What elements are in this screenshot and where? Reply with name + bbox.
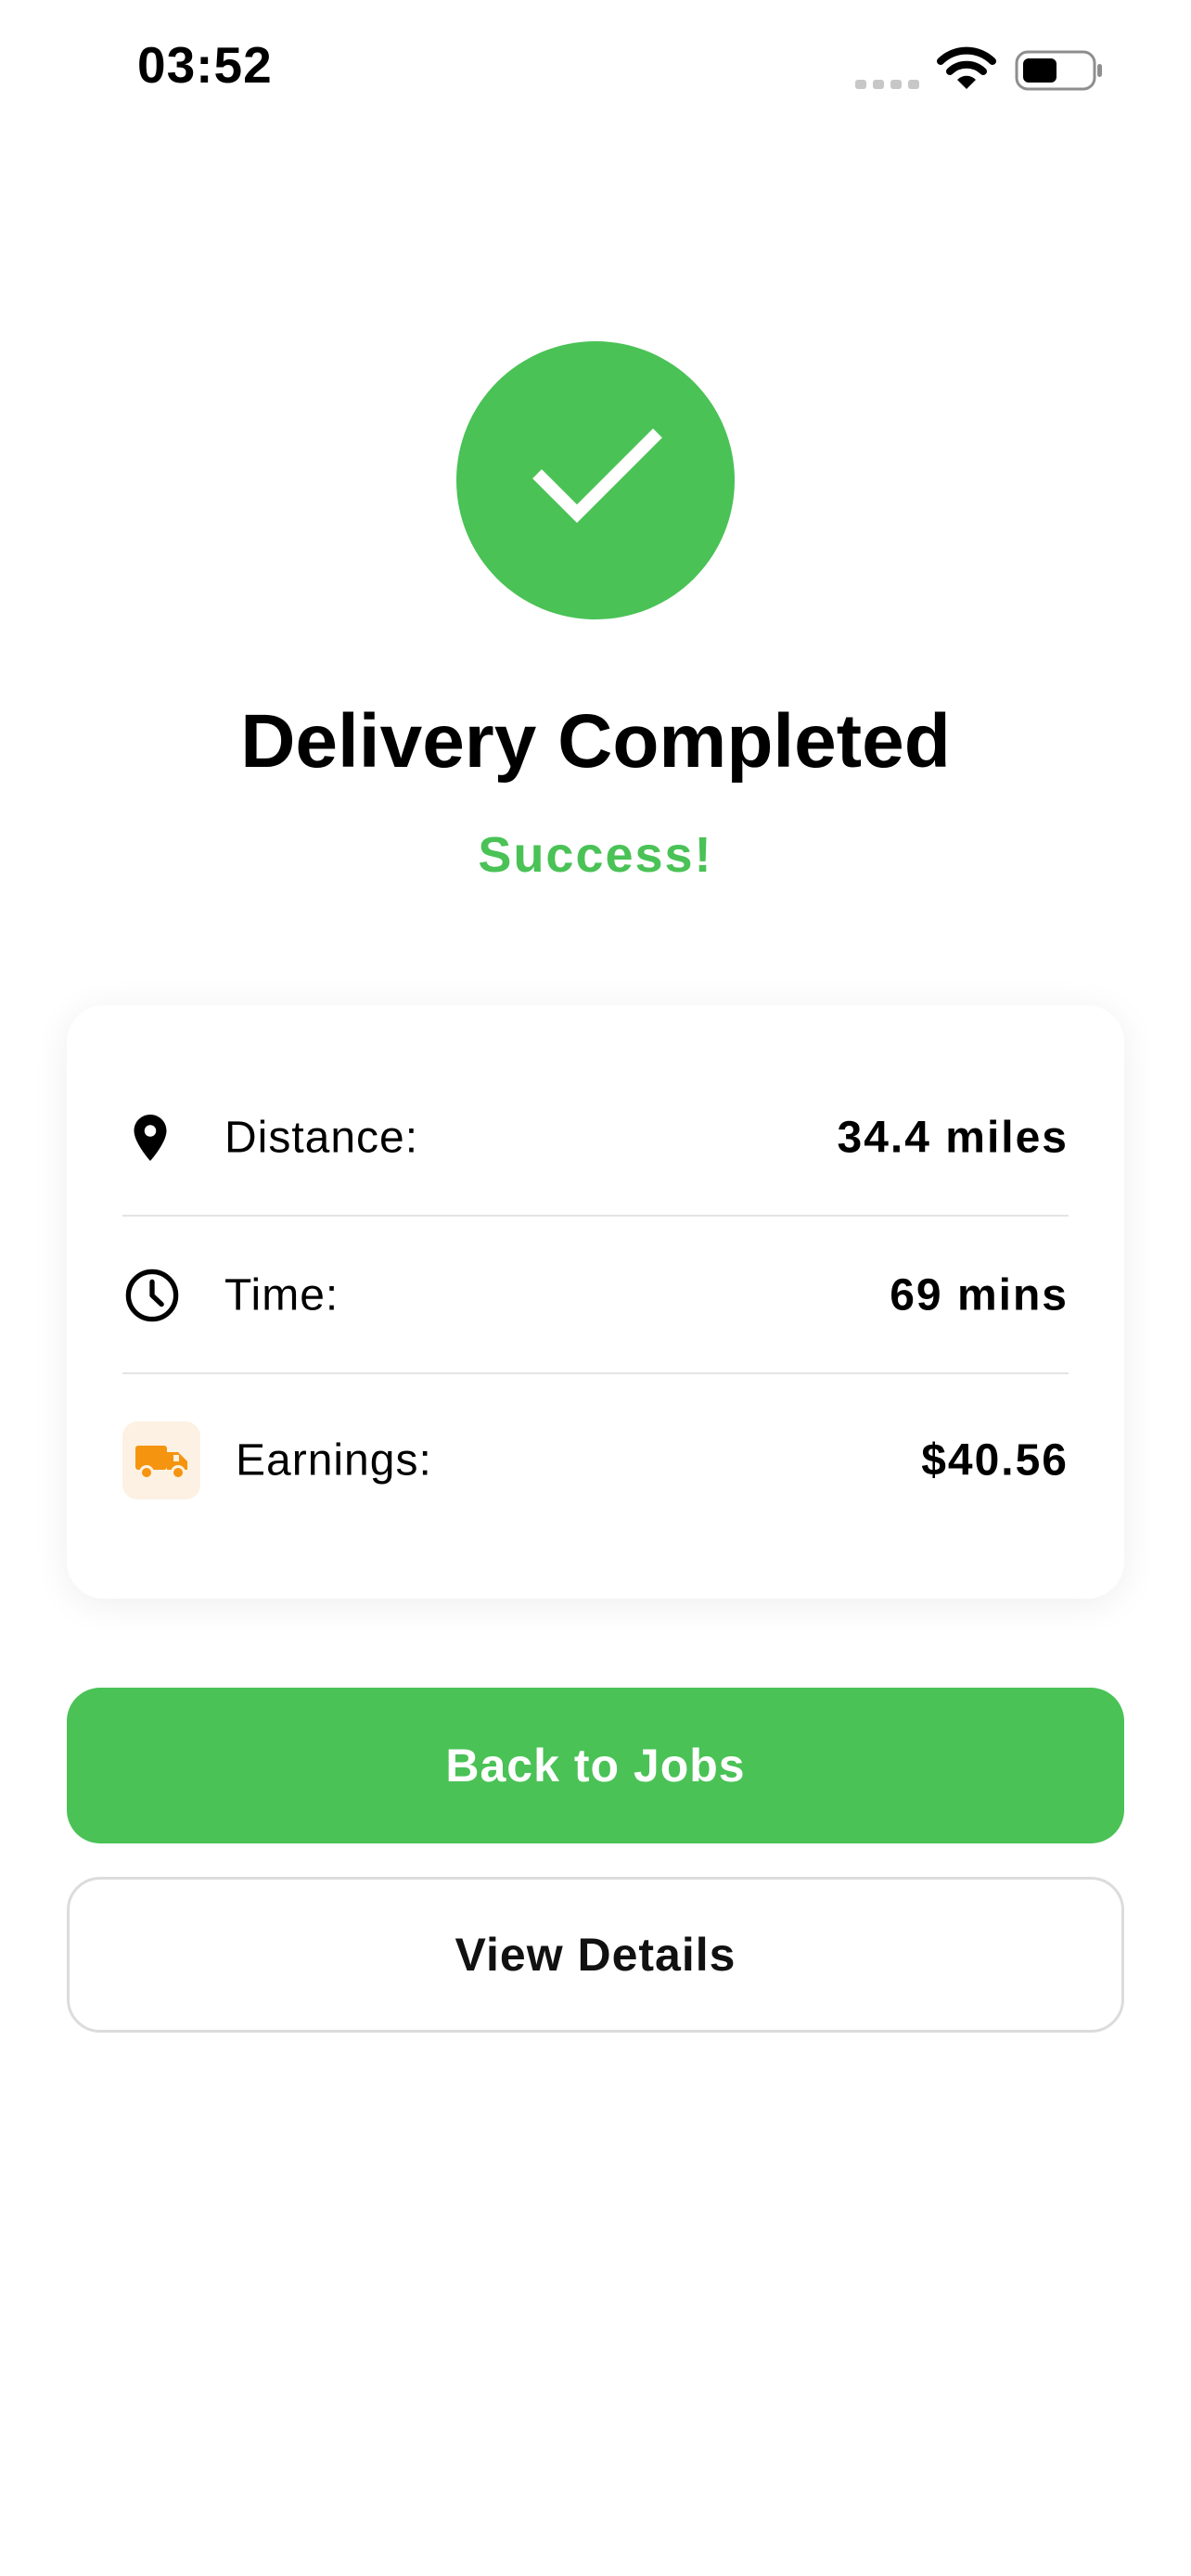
battery-icon bbox=[1015, 50, 1102, 91]
location-pin-icon bbox=[134, 1115, 167, 1161]
row-divider bbox=[122, 1215, 1069, 1217]
delivery-summary-card: Distance: 34.4 miles Time: 69 mins Earni… bbox=[67, 1005, 1124, 1599]
back-to-jobs-button[interactable]: Back to Jobs bbox=[67, 1688, 1124, 1843]
earnings-label: Earnings: bbox=[236, 1435, 432, 1486]
delivery-truck-icon bbox=[135, 1446, 187, 1480]
wifi-icon bbox=[937, 46, 996, 89]
summary-row-earnings: Earnings: $40.56 bbox=[122, 1409, 1069, 1511]
row-divider bbox=[122, 1372, 1069, 1374]
page-title: Delivery Completed bbox=[240, 699, 951, 784]
status-message: Success! bbox=[478, 827, 713, 883]
time-label: Time: bbox=[224, 1270, 339, 1320]
cellular-signal-icon bbox=[855, 80, 919, 89]
success-badge bbox=[456, 341, 735, 619]
status-time: 03:52 bbox=[137, 36, 273, 94]
earnings-icon-badge bbox=[122, 1422, 200, 1499]
time-value: 69 mins bbox=[890, 1270, 1069, 1320]
distance-value: 34.4 miles bbox=[837, 1113, 1069, 1163]
checkmark-icon bbox=[532, 428, 662, 523]
distance-label: Distance: bbox=[224, 1113, 419, 1163]
status-bar: 03:52 bbox=[0, 0, 1191, 139]
view-details-button[interactable]: View Details bbox=[67, 1877, 1124, 2033]
summary-row-distance: Distance: 34.4 miles bbox=[122, 1087, 1069, 1189]
summary-row-time: Time: 69 mins bbox=[122, 1244, 1069, 1346]
clock-icon bbox=[125, 1269, 179, 1322]
earnings-value: $40.56 bbox=[921, 1435, 1069, 1486]
